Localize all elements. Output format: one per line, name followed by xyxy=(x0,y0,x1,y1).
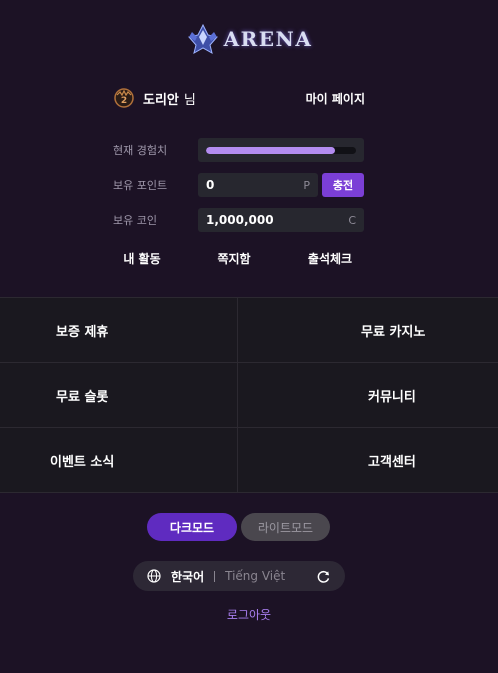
logout-link[interactable]: 로그아웃 xyxy=(0,606,498,623)
coins-value: 1,000,000 xyxy=(206,213,274,227)
exp-bar-box xyxy=(198,138,364,162)
language-korean[interactable]: 한국어 xyxy=(171,568,204,585)
coins-unit: C xyxy=(348,213,356,227)
points-field: 0 P xyxy=(198,173,318,197)
user-name: 도리안 xyxy=(143,92,179,108)
exp-progress-track xyxy=(206,146,356,154)
coins-row: 보유 코인 1,000,000 C xyxy=(113,208,365,232)
mypage-link[interactable]: 마이 페이지 xyxy=(306,90,365,107)
points-label: 보유 포인트 xyxy=(113,179,168,192)
points-row: 보유 포인트 0 P 충전 xyxy=(113,173,365,197)
arena-emblem-icon xyxy=(187,23,218,54)
language-vietnamese[interactable]: Tiếng Việt xyxy=(225,569,285,583)
quick-links: 내 활동 쪽지함 출석체크 xyxy=(0,250,498,268)
theme-toggle: 다크모드 라이트모드 xyxy=(147,513,330,541)
light-mode-button[interactable]: 라이트모드 xyxy=(241,513,330,541)
my-activity-link[interactable]: 내 활동 xyxy=(123,250,160,267)
dark-mode-button[interactable]: 다크모드 xyxy=(147,513,237,541)
points-value: 0 xyxy=(206,178,215,192)
charge-button[interactable]: 충전 xyxy=(322,173,364,197)
menu-free-slots[interactable]: 무료 슬롯 xyxy=(0,363,238,428)
main-menu: 보증 제휴 무료 카지노 무료 슬롯 커뮤니티 이벤트 소식 고객센터 xyxy=(0,297,498,493)
logo-text: ARENA xyxy=(223,27,313,51)
refresh-icon[interactable] xyxy=(316,569,331,584)
menu-community[interactable]: 커뮤니티 xyxy=(238,363,498,428)
menu-free-casino[interactable]: 무료 카지노 xyxy=(238,298,498,363)
svg-text:2: 2 xyxy=(121,96,127,106)
exp-label: 현재 경험치 xyxy=(113,144,168,157)
points-unit: P xyxy=(303,178,310,192)
exp-row: 현재 경험치 xyxy=(113,138,365,162)
attendance-link[interactable]: 출석체크 xyxy=(308,250,352,267)
exp-progress-fill xyxy=(206,146,335,154)
globe-icon xyxy=(147,569,161,583)
user-info: 2 도리안 님 마이 페이지 xyxy=(113,86,365,110)
messages-link[interactable]: 쪽지함 xyxy=(217,250,250,267)
coins-label: 보유 코인 xyxy=(113,214,157,227)
user-honorific: 님 xyxy=(183,92,196,108)
menu-guarantee-partners[interactable]: 보증 제휴 xyxy=(0,298,238,363)
language-divider xyxy=(214,570,216,582)
menu-customer-center[interactable]: 고객센터 xyxy=(238,428,498,493)
arena-logo[interactable]: ARENA xyxy=(0,22,498,56)
rank-2-badge-icon: 2 xyxy=(114,88,134,108)
menu-event-news[interactable]: 이벤트 소식 xyxy=(0,428,238,493)
coins-field: 1,000,000 C xyxy=(198,208,364,232)
language-selector: 한국어 Tiếng Việt xyxy=(133,561,345,591)
